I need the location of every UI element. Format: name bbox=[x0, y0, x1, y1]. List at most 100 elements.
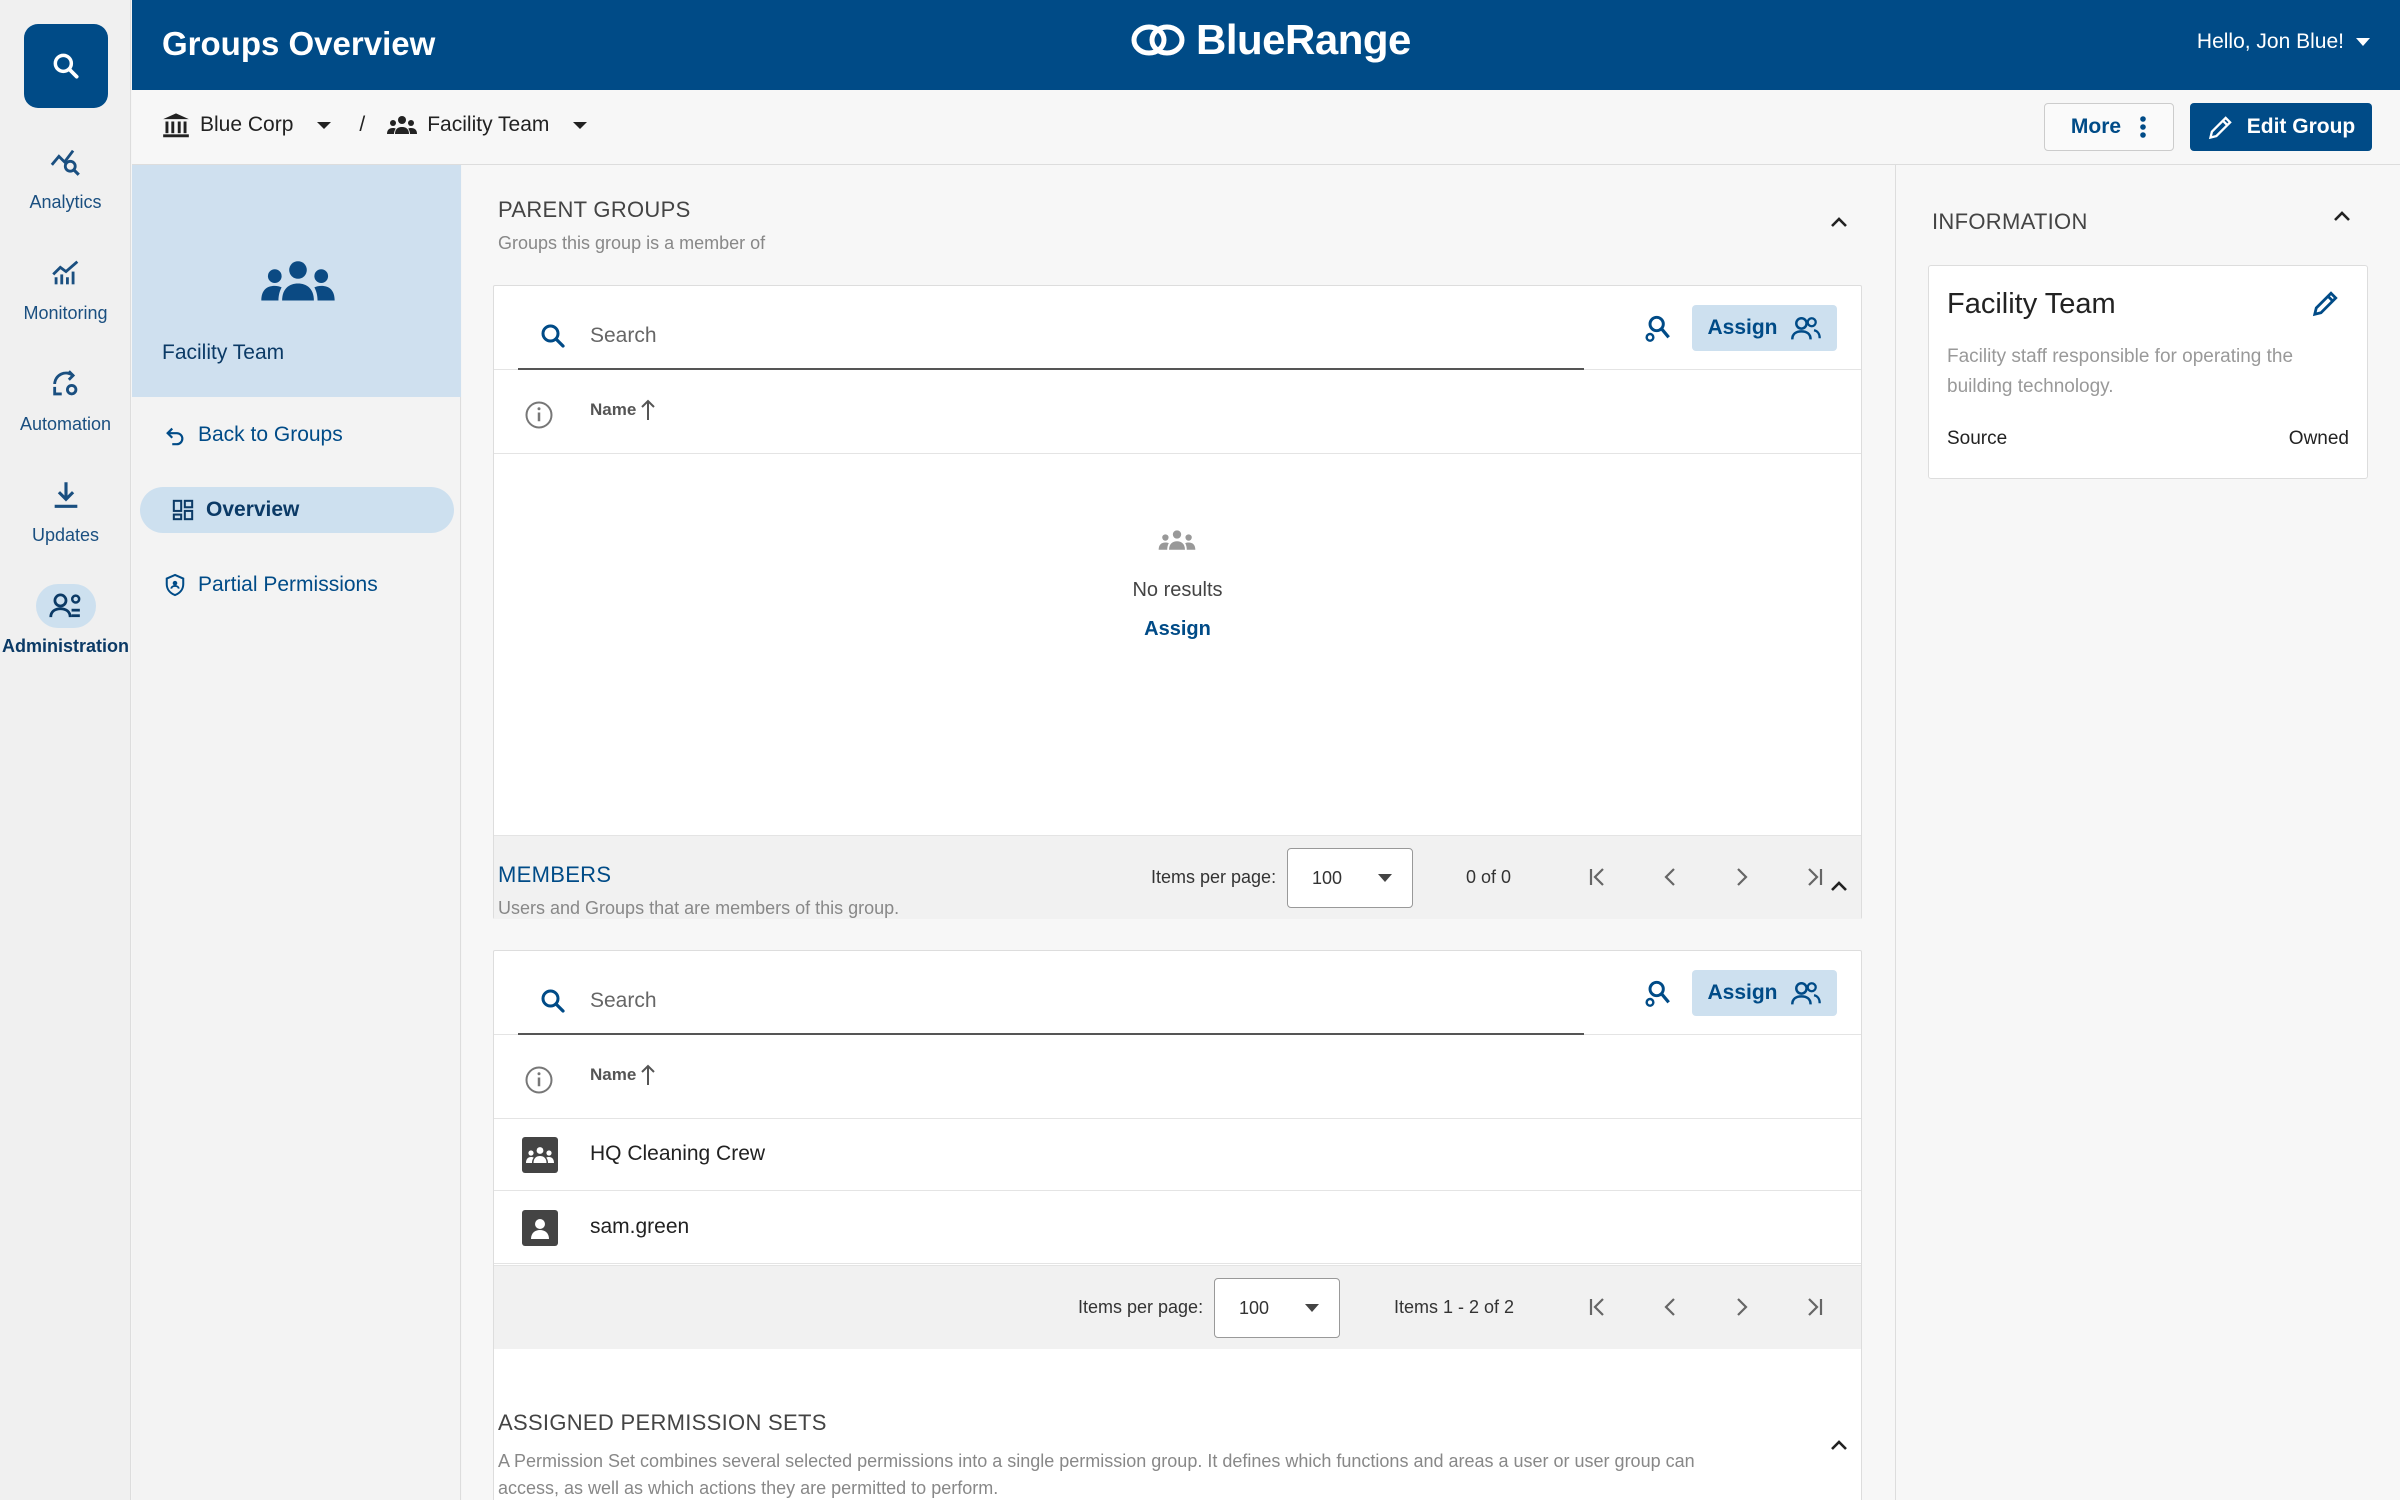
rail-item-updates[interactable]: Updates bbox=[0, 473, 131, 546]
name-column-header[interactable]: Name bbox=[590, 398, 656, 422]
column-label: Name bbox=[590, 400, 637, 419]
global-search-button[interactable] bbox=[24, 24, 108, 108]
permission-sets-title: ASSIGNED PERMISSION SETS bbox=[498, 1410, 827, 1435]
parent-groups-table: Search Assign Name No results Assign Ite… bbox=[493, 285, 1862, 919]
range-label: Items 1 - 2 of 2 bbox=[1394, 1297, 1515, 1317]
rail-item-administration[interactable]: Administration bbox=[0, 584, 131, 657]
pencil-icon bbox=[2208, 116, 2232, 140]
items-per-page-select[interactable]: 100 bbox=[1287, 848, 1413, 908]
administration-icon bbox=[35, 584, 96, 628]
members-search-input[interactable]: Search bbox=[518, 969, 1584, 1035]
assign-member-button[interactable]: Assign bbox=[1692, 970, 1837, 1016]
group-icon bbox=[1158, 530, 1196, 550]
member-name: sam.green bbox=[590, 1215, 690, 1238]
search-bar: Search Assign bbox=[494, 951, 1861, 1035]
chevron-up-icon[interactable] bbox=[2332, 209, 2352, 223]
monitoring-icon bbox=[36, 251, 96, 295]
info-icon bbox=[525, 1066, 553, 1094]
information-panel: INFORMATION Facility Team Facility staff… bbox=[1895, 165, 2400, 1500]
first-page-icon[interactable] bbox=[1588, 866, 1608, 888]
chevron-up-icon[interactable] bbox=[1829, 879, 1849, 893]
breadcrumb-group[interactable]: Facility Team bbox=[427, 113, 549, 137]
rail-item-automation[interactable]: Automation bbox=[0, 362, 131, 435]
advanced-search-icon[interactable] bbox=[1642, 977, 1674, 1009]
chevron-up-icon[interactable] bbox=[1829, 1438, 1849, 1452]
column-label: Name bbox=[590, 1065, 637, 1084]
paginator: Items per page: 100 Items 1 - 2 of 2 bbox=[494, 1265, 1861, 1349]
caret-down-icon bbox=[1305, 1304, 1319, 1312]
rail-label: Automation bbox=[19, 414, 112, 434]
search-placeholder: Search bbox=[590, 989, 657, 1012]
more-button[interactable]: More bbox=[2044, 103, 2174, 151]
edit-group-button[interactable]: Edit Group bbox=[2190, 103, 2372, 151]
name-column-header[interactable]: Name bbox=[590, 1063, 656, 1087]
table-header: Name bbox=[494, 370, 1861, 454]
caret-down-icon bbox=[1378, 874, 1392, 882]
search-icon bbox=[541, 324, 565, 348]
sort-ascending-icon bbox=[641, 399, 656, 420]
chevron-up-icon[interactable] bbox=[1829, 215, 1849, 229]
empty-state: No results Assign bbox=[494, 454, 1861, 835]
items-per-page-select[interactable]: 100 bbox=[1214, 1278, 1340, 1338]
info-description: Facility staff responsible for operating… bbox=[1947, 346, 2294, 397]
assign-label: Assign bbox=[1707, 316, 1778, 339]
information-title: INFORMATION bbox=[1932, 209, 2088, 234]
information-card: Facility Team Facility staff responsible… bbox=[1928, 265, 2368, 479]
page-nav bbox=[1588, 866, 1824, 888]
members-title: MEMBERS bbox=[498, 862, 612, 887]
shield-icon bbox=[165, 573, 185, 597]
empty-assign-link[interactable]: Assign bbox=[494, 618, 1861, 641]
caret-down-icon[interactable] bbox=[563, 120, 593, 130]
members-subtitle: Users and Groups that are members of thi… bbox=[498, 898, 900, 918]
nav-item-overview[interactable]: Overview bbox=[140, 487, 454, 533]
nav-item-partial-permissions[interactable]: Partial Permissions bbox=[140, 562, 454, 608]
advanced-search-icon[interactable] bbox=[1642, 312, 1674, 344]
rail-label: Administration bbox=[1, 636, 129, 656]
group-icon bbox=[261, 261, 335, 301]
rail-item-monitoring[interactable]: Monitoring bbox=[0, 251, 131, 324]
pencil-icon[interactable] bbox=[2311, 288, 2341, 318]
assign-parent-group-button[interactable]: Assign bbox=[1692, 305, 1837, 351]
previous-page-icon[interactable] bbox=[1660, 1296, 1680, 1318]
range-label: 0 of 0 bbox=[1466, 867, 1512, 887]
info-group-name: Facility Team bbox=[1947, 288, 2116, 320]
table-row[interactable]: sam.green bbox=[494, 1192, 1861, 1264]
table-row[interactable]: HQ Cleaning Crew bbox=[494, 1119, 1861, 1191]
top-header: Groups Overview BlueRange Hello, Jon Blu… bbox=[132, 0, 2400, 90]
nav-label: Partial Permissions bbox=[198, 573, 378, 596]
table-header: Name bbox=[494, 1035, 1861, 1119]
caret-down-icon[interactable] bbox=[307, 120, 337, 130]
empty-text: No results bbox=[1132, 579, 1223, 601]
info-icon bbox=[525, 401, 553, 429]
user-menu[interactable]: Hello, Jon Blue! bbox=[2197, 30, 2370, 54]
left-rail: Analytics Monitoring Automation Updates … bbox=[0, 0, 131, 1500]
breadcrumb-org[interactable]: Blue Corp bbox=[200, 113, 293, 137]
source-label: Source bbox=[1947, 428, 2008, 449]
brand-logo: BlueRange bbox=[1130, 16, 1411, 64]
updates-icon bbox=[36, 473, 96, 517]
last-page-icon[interactable] bbox=[1804, 1296, 1824, 1318]
next-page-icon[interactable] bbox=[1732, 1296, 1752, 1318]
analytics-icon bbox=[36, 140, 96, 184]
items-per-page-value: 100 bbox=[1239, 1297, 1270, 1318]
more-label: More bbox=[2070, 115, 2122, 138]
parent-groups-subtitle: Groups this group is a member of bbox=[498, 233, 766, 253]
rail-item-analytics[interactable]: Analytics bbox=[0, 140, 131, 213]
search-bar: Search Assign bbox=[494, 286, 1861, 370]
more-vertical-icon bbox=[2140, 116, 2146, 138]
assign-users-icon bbox=[1790, 317, 1821, 340]
next-page-icon[interactable] bbox=[1732, 866, 1752, 888]
last-page-icon[interactable] bbox=[1804, 866, 1824, 888]
rail-label: Analytics bbox=[29, 192, 102, 212]
automation-icon bbox=[36, 362, 96, 406]
back-to-groups-link[interactable]: Back to Groups bbox=[140, 412, 454, 458]
edit-group-label: Edit Group bbox=[2246, 115, 2356, 138]
brand-name: BlueRange bbox=[1196, 16, 1411, 63]
first-page-icon[interactable] bbox=[1588, 1296, 1608, 1318]
nav-label: Overview bbox=[206, 498, 300, 521]
nav-label: Back to Groups bbox=[198, 423, 343, 446]
rail-label: Updates bbox=[31, 525, 100, 545]
previous-page-icon[interactable] bbox=[1660, 866, 1680, 888]
user-avatar-icon bbox=[522, 1210, 558, 1246]
parent-groups-search-input[interactable]: Search bbox=[518, 304, 1584, 370]
